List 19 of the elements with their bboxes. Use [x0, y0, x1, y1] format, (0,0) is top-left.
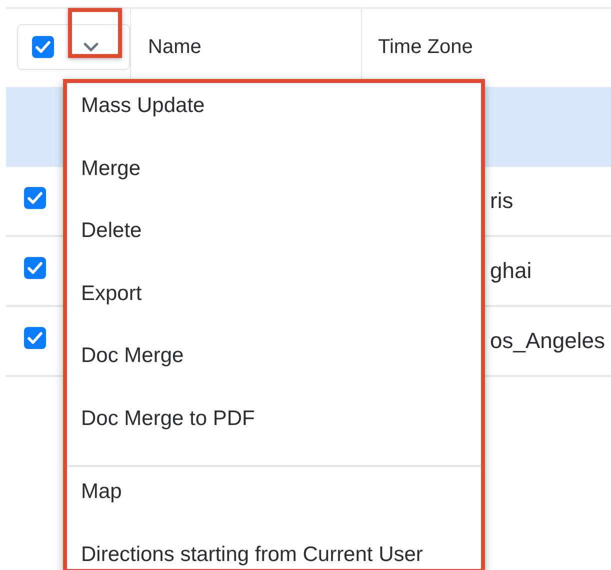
table-cell: ris — [490, 188, 514, 214]
menu-item[interactable]: Doc Merge — [67, 340, 481, 402]
menu-item[interactable]: Delete — [67, 215, 481, 278]
column-header[interactable]: Time Zone — [378, 36, 473, 58]
column-header[interactable]: Name — [148, 36, 202, 58]
menu-item[interactable]: Doc Merge to PDF — [67, 402, 481, 465]
menu-item[interactable]: Export — [67, 278, 481, 340]
chevron-down-icon — [83, 42, 99, 52]
checkbox[interactable] — [24, 327, 46, 349]
menu-item[interactable]: Mass Update — [67, 90, 481, 152]
checkbox[interactable] — [32, 36, 54, 58]
menu-item[interactable]: Directions starting from Current User — [67, 538, 481, 570]
highlight-frame — [68, 8, 122, 58]
menu-item[interactable]: Map — [67, 476, 481, 538]
table-cell: ghai — [490, 258, 532, 284]
menu-item[interactable]: Merge — [67, 152, 481, 215]
checkbox[interactable] — [24, 187, 46, 209]
table-cell: os_Angeles — [490, 328, 605, 354]
checkbox[interactable] — [24, 257, 46, 279]
